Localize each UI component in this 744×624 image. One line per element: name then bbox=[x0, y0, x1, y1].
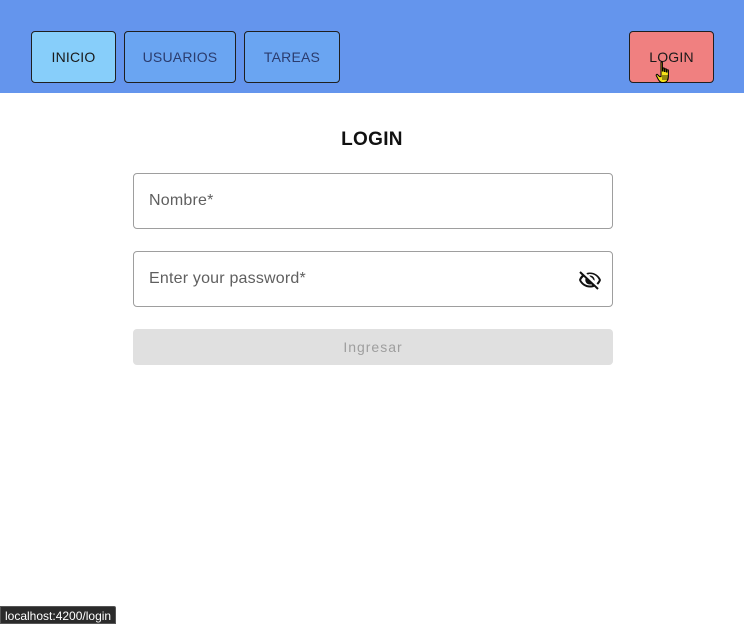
hand-pointer-cursor-icon bbox=[655, 61, 669, 83]
nav-inicio-button[interactable]: INICIO bbox=[31, 31, 116, 83]
browser-status-bar: localhost:4200/login bbox=[0, 606, 117, 624]
nav-tareas-button[interactable]: TAREAS bbox=[244, 31, 340, 83]
status-url: localhost:4200/login bbox=[5, 609, 112, 623]
nav-usuarios-button[interactable]: USUARIOS bbox=[124, 31, 236, 83]
nombre-field[interactable]: Nombre* bbox=[133, 173, 613, 229]
nav-inicio-label: INICIO bbox=[51, 49, 96, 65]
top-navigation-bar: INICIO USUARIOS TAREAS LOGIN bbox=[0, 0, 744, 93]
page: INICIO USUARIOS TAREAS LOGIN LOGIN Nombr… bbox=[0, 0, 744, 624]
eye-off-icon[interactable] bbox=[578, 268, 602, 292]
password-placeholder: Enter your password* bbox=[149, 270, 306, 287]
ingresar-button[interactable]: Ingresar bbox=[133, 329, 613, 365]
nombre-placeholder: Nombre* bbox=[149, 192, 214, 209]
ingresar-label: Ingresar bbox=[343, 339, 403, 355]
password-field[interactable]: Enter your password* bbox=[133, 251, 613, 307]
nav-tareas-label: TAREAS bbox=[263, 49, 321, 65]
nav-usuarios-label: USUARIOS bbox=[142, 49, 218, 65]
login-form-title: LOGIN bbox=[341, 129, 403, 150]
